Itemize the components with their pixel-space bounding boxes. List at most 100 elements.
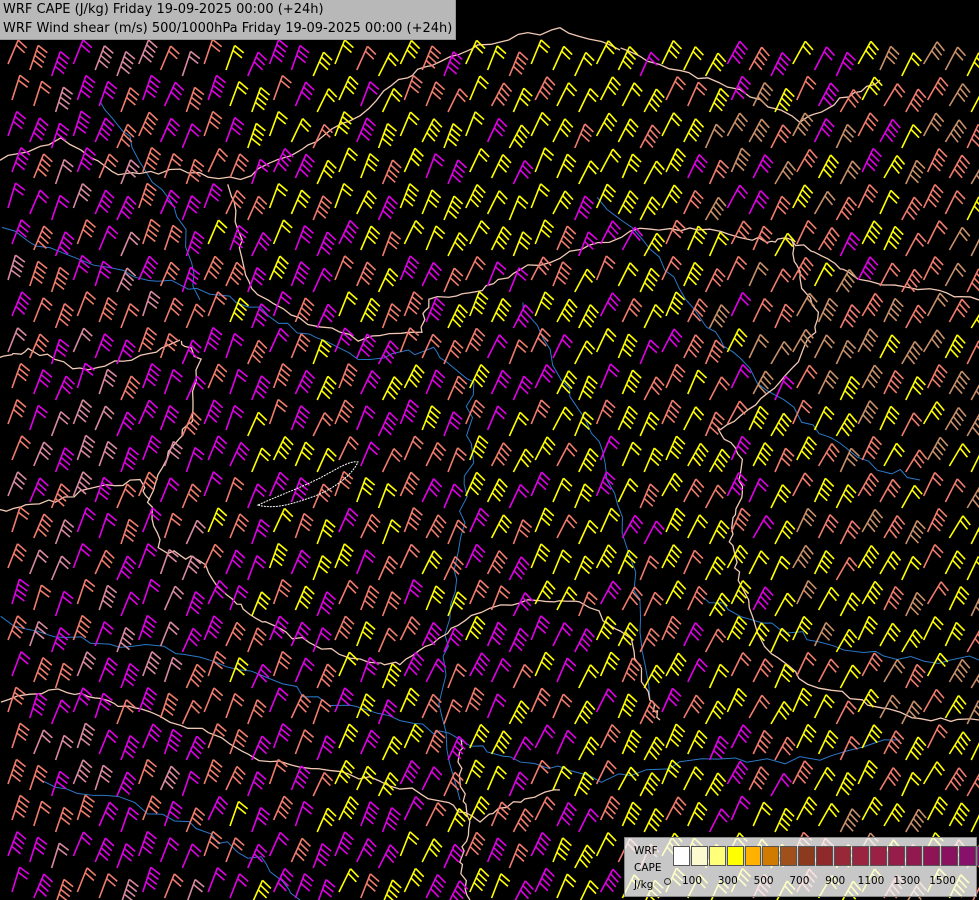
wind-barb bbox=[76, 722, 96, 749]
wind-barb bbox=[312, 771, 334, 797]
wind-barb bbox=[599, 795, 621, 821]
wind-barb bbox=[11, 146, 31, 173]
wind-barb bbox=[316, 807, 337, 833]
wind-barb bbox=[247, 627, 267, 653]
wind-barb bbox=[465, 399, 486, 425]
wind-barb bbox=[839, 304, 861, 329]
wind-barb bbox=[839, 231, 861, 257]
wind-barb bbox=[252, 879, 272, 900]
wind-barb bbox=[774, 87, 795, 113]
wind-barb bbox=[796, 507, 817, 533]
wind-barb bbox=[552, 477, 573, 503]
wind-barb bbox=[661, 184, 683, 209]
wind-barb bbox=[33, 153, 53, 179]
wind-barb bbox=[403, 74, 423, 101]
wind-barb bbox=[661, 687, 682, 713]
wind-barb bbox=[403, 579, 423, 605]
wind-barb bbox=[98, 297, 118, 323]
wind-barb bbox=[469, 723, 490, 749]
wind-barb bbox=[54, 590, 74, 617]
wind-barb bbox=[490, 514, 513, 539]
wind-barb bbox=[360, 585, 380, 611]
legend-tick-labels: 100 300 500 700 900 1100 1300 1500 bbox=[673, 875, 973, 889]
wind-barb bbox=[469, 220, 491, 245]
wind-barb bbox=[251, 591, 271, 617]
wind-barb bbox=[116, 555, 137, 581]
wind-barb bbox=[748, 622, 770, 647]
wind-barb bbox=[708, 448, 731, 473]
legend-swatch bbox=[744, 846, 762, 866]
wind-barb bbox=[33, 657, 53, 683]
wind-barb bbox=[796, 796, 818, 821]
wind-barb bbox=[599, 724, 621, 749]
wind-barb bbox=[774, 736, 796, 761]
wind-barb bbox=[7, 254, 26, 281]
wind-barb bbox=[72, 110, 91, 137]
wind-barb bbox=[879, 262, 901, 287]
wind-barb bbox=[116, 50, 136, 77]
border-line bbox=[717, 428, 979, 723]
wind-barb bbox=[966, 773, 979, 797]
wind-barb bbox=[683, 189, 704, 215]
wind-barb bbox=[512, 448, 535, 473]
wind-barb bbox=[360, 225, 381, 251]
wind-barb bbox=[661, 255, 682, 281]
wind-barb bbox=[621, 514, 644, 539]
wind-barb bbox=[708, 735, 729, 761]
wind-barb bbox=[857, 400, 879, 425]
wind-barb bbox=[443, 339, 464, 365]
wind-barb bbox=[98, 80, 118, 107]
wind-barb bbox=[683, 261, 704, 287]
wind-shear-title: WRF Wind shear (m/s) 500/1000hPa Friday … bbox=[3, 21, 453, 36]
wind-barb bbox=[639, 627, 660, 653]
wind-barb bbox=[447, 735, 468, 761]
wind-barb bbox=[948, 443, 971, 467]
wind-barb bbox=[704, 268, 726, 293]
weather-map[interactable] bbox=[0, 0, 979, 900]
wind-barb bbox=[508, 124, 530, 149]
wind-barb bbox=[403, 867, 425, 893]
wind-barb bbox=[944, 262, 967, 287]
wind-barb bbox=[704, 411, 725, 437]
wind-barb bbox=[966, 268, 979, 293]
wind-barb bbox=[403, 507, 423, 533]
wind-barb bbox=[704, 628, 727, 653]
legend-swatch bbox=[762, 846, 780, 866]
wind-barb bbox=[687, 154, 708, 179]
wind-barb bbox=[272, 436, 294, 461]
wind-barb bbox=[944, 767, 967, 791]
wind-barb bbox=[748, 550, 770, 575]
wind-barb bbox=[465, 471, 486, 497]
wind-barb bbox=[817, 586, 840, 611]
wind-barb bbox=[443, 123, 463, 149]
wind-barb bbox=[556, 729, 577, 755]
wind-barb bbox=[11, 362, 31, 389]
wind-barb bbox=[578, 304, 600, 329]
wind-barb bbox=[465, 615, 486, 641]
wind-barb bbox=[574, 340, 596, 365]
wind-barb bbox=[595, 399, 616, 425]
wind-barb bbox=[595, 688, 617, 713]
wind-barb bbox=[508, 195, 529, 221]
wind-barb bbox=[120, 87, 140, 113]
wind-barb bbox=[360, 801, 380, 827]
wind-barb bbox=[159, 261, 181, 287]
wind-barb bbox=[708, 808, 730, 833]
wind-barb bbox=[290, 405, 311, 431]
wind-barb bbox=[857, 545, 880, 569]
wind-barb bbox=[54, 302, 75, 329]
wind-barb bbox=[490, 873, 511, 899]
wind-barb bbox=[770, 268, 792, 293]
wind-barb bbox=[94, 476, 114, 503]
wind-barb bbox=[399, 111, 420, 137]
wind-barb bbox=[839, 808, 861, 833]
wind-barb bbox=[643, 736, 665, 761]
wind-barb bbox=[54, 86, 74, 113]
wind-barb bbox=[752, 658, 774, 683]
wind-barb bbox=[116, 267, 137, 293]
wind-barb bbox=[50, 842, 70, 869]
wind-barb bbox=[595, 832, 617, 857]
wind-barb bbox=[469, 363, 490, 389]
wind-barb bbox=[399, 255, 420, 281]
wind-barb bbox=[377, 772, 399, 797]
